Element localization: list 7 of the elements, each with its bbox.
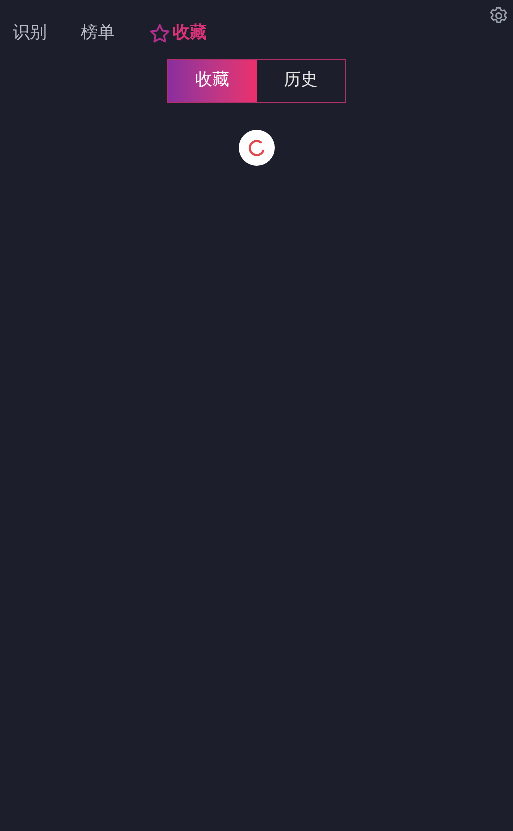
nav-tab[interactable]: 识别	[13, 20, 47, 46]
nav-tab[interactable]: 榜单	[81, 20, 115, 46]
nav-tab[interactable]: 收藏	[149, 20, 207, 46]
segment-tab[interactable]: 历史	[257, 60, 345, 102]
star-icon	[149, 22, 171, 44]
settings-icon[interactable]	[489, 6, 509, 26]
segment-tab[interactable]: 收藏	[168, 60, 257, 102]
